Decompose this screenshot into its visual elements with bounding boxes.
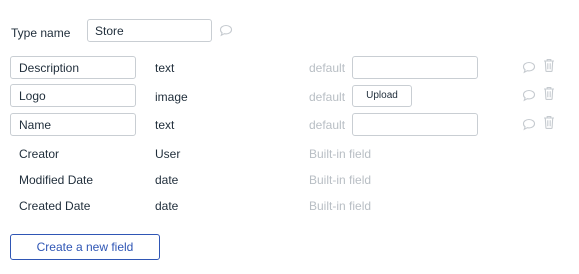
default-label: default	[309, 118, 346, 132]
type-name-input[interactable]	[87, 19, 212, 42]
field-type-logo: image	[155, 90, 188, 104]
comment-icon[interactable]	[522, 118, 536, 132]
builtin-field-name-modified-date: Modified Date	[19, 173, 94, 187]
comment-icon[interactable]	[522, 89, 536, 103]
builtin-field-name-creator: Creator	[19, 147, 60, 161]
default-value-input-description[interactable]	[352, 56, 478, 79]
default-label: default	[309, 90, 346, 104]
builtin-field-note: Built-in field	[309, 147, 372, 161]
type-name-label: Type name	[11, 26, 71, 40]
comment-icon[interactable]	[219, 24, 233, 38]
builtin-field-name-created-date: Created Date	[19, 199, 91, 213]
builtin-field-type-created-date: date	[155, 199, 179, 213]
trash-icon[interactable]	[543, 58, 557, 72]
upload-button[interactable]: Upload	[352, 85, 412, 107]
field-type-name: text	[155, 118, 175, 132]
field-type-description: text	[155, 61, 175, 75]
comment-icon[interactable]	[522, 61, 536, 75]
default-label: default	[309, 61, 346, 75]
field-name-input-logo[interactable]	[10, 84, 136, 107]
builtin-field-note: Built-in field	[309, 199, 372, 213]
builtin-field-note: Built-in field	[309, 173, 372, 187]
create-new-field-button[interactable]: Create a new field	[10, 234, 160, 260]
builtin-field-type-creator: User	[155, 147, 181, 161]
trash-icon[interactable]	[543, 115, 557, 129]
builtin-field-type-modified-date: date	[155, 173, 179, 187]
default-value-input-name[interactable]	[352, 113, 478, 136]
field-name-input-name[interactable]	[10, 113, 136, 136]
field-name-input-description[interactable]	[10, 56, 136, 79]
trash-icon[interactable]	[543, 86, 557, 100]
